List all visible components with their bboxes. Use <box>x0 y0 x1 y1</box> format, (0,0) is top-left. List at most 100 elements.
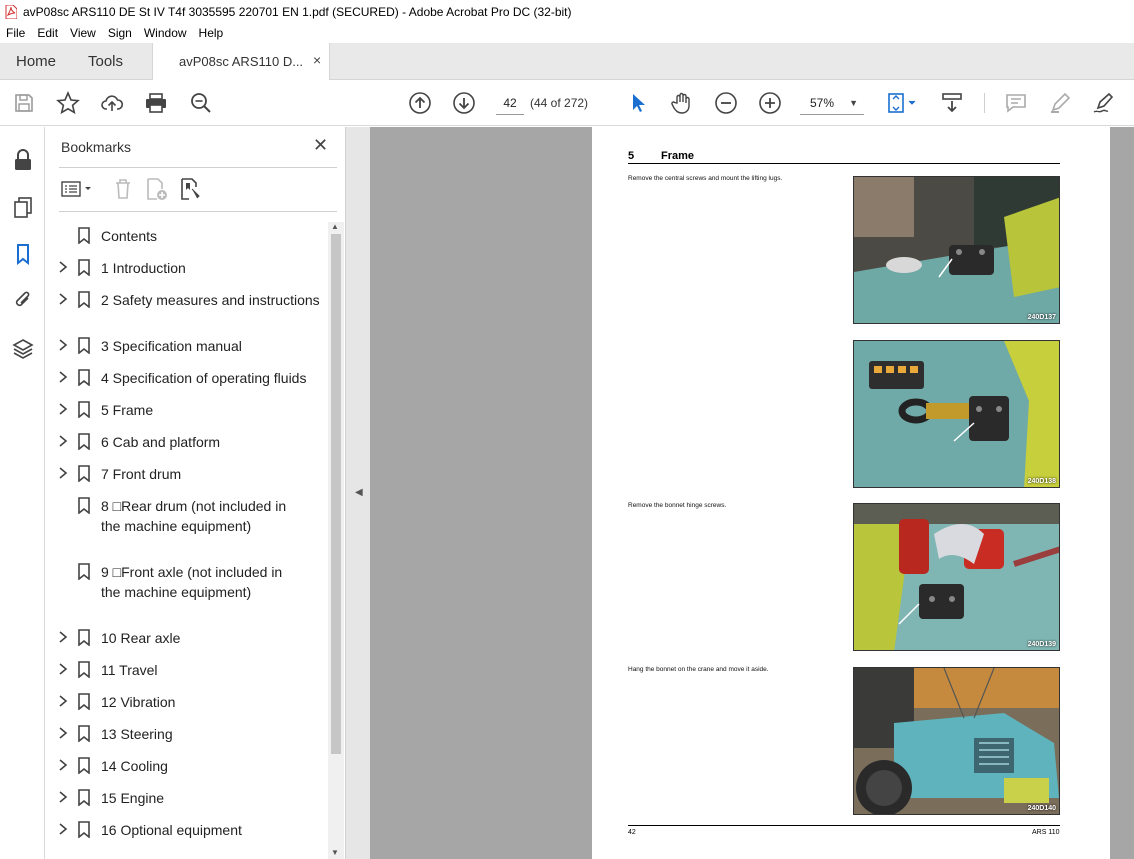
bookmarks-panel: Bookmarks ✕ Contents 1 Introduction 2 Sa… <box>45 127 345 859</box>
page-footer-model: ARS 110 <box>1032 829 1060 836</box>
bookmarks-scrollbar[interactable]: ▲ ▼ <box>328 222 344 859</box>
delete-bookmark-icon[interactable] <box>113 177 133 204</box>
step-text: Hang the bonnet on the crane and move it… <box>628 666 769 673</box>
tab-close-icon[interactable]: × <box>313 52 321 68</box>
hand-tool-icon[interactable] <box>670 91 694 115</box>
layers-icon[interactable] <box>11 336 35 360</box>
bookmark-label: 4 Specification of operating fluids <box>101 370 307 386</box>
scroll-up-arrow-icon[interactable]: ▲ <box>331 222 339 231</box>
tab-document[interactable]: avP08sc ARS110 D... × <box>152 43 330 80</box>
previous-page-icon[interactable] <box>408 91 432 115</box>
document-viewer[interactable]: 5 Frame Remove the central screws and mo… <box>370 127 1134 859</box>
find-bookmark-icon[interactable] <box>179 177 203 204</box>
chevron-right-icon[interactable] <box>57 434 69 448</box>
toolbar-divider <box>984 93 985 113</box>
menu-edit[interactable]: Edit <box>37 26 58 40</box>
chevron-right-icon[interactable] <box>57 370 69 384</box>
scrollbar-thumb[interactable] <box>331 234 341 754</box>
tab-tools[interactable]: Tools <box>88 53 123 70</box>
comment-icon[interactable] <box>1004 91 1028 115</box>
bookmark-label: 13 Steering <box>101 726 173 742</box>
chevron-right-icon[interactable] <box>57 292 69 306</box>
bookmark-icon <box>77 757 91 775</box>
lock-icon[interactable] <box>11 148 35 172</box>
select-cursor-icon[interactable] <box>626 91 650 115</box>
bookmark-list: Contents 1 Introduction 2 Safety measure… <box>45 222 330 859</box>
bookmark-icon <box>77 291 91 309</box>
chevron-right-icon[interactable] <box>57 694 69 708</box>
step-text: Remove the central screws and mount the … <box>628 175 783 182</box>
page-count-label: (44 of 272) <box>530 96 589 110</box>
star-icon[interactable] <box>56 91 80 115</box>
bookmark-icon <box>77 693 91 711</box>
chevron-right-icon[interactable] <box>57 790 69 804</box>
bookmark-label: 16 Optional equipment <box>101 822 242 838</box>
bookmark-icon <box>77 337 91 355</box>
bookmark-label: 7 Front drum <box>101 466 182 482</box>
bookmark-icon <box>77 227 91 245</box>
upload-cloud-icon[interactable] <box>100 91 124 115</box>
chevron-right-icon[interactable] <box>57 402 69 416</box>
bookmark-label: 5 Frame <box>101 402 154 418</box>
zoom-level-select[interactable]: 57% ▼ <box>800 91 864 115</box>
menu-file[interactable]: File <box>6 26 25 40</box>
menu-bar: File Edit View Sign Window Help <box>0 23 1134 43</box>
sign-pen-icon[interactable] <box>1092 91 1116 115</box>
bookmark-icon <box>77 369 91 387</box>
bookmark-options-icon[interactable] <box>61 179 95 202</box>
panel-divider <box>59 211 337 212</box>
tab-document-label: avP08sc ARS110 D... <box>179 54 304 69</box>
chevron-right-icon[interactable] <box>57 630 69 644</box>
menu-sign[interactable]: Sign <box>108 26 132 40</box>
scroll-mode-icon[interactable] <box>940 91 964 115</box>
bookmark-label: 3 Specification manual <box>101 338 242 354</box>
chevron-down-icon: ▼ <box>849 98 858 108</box>
tab-home[interactable]: Home <box>16 53 56 70</box>
bookmark-label: 12 Vibration <box>101 694 176 710</box>
bookmark-icon <box>77 401 91 419</box>
chevron-right-icon[interactable] <box>57 338 69 352</box>
photo-bonnet-crane: 240D140 <box>853 667 1060 815</box>
bookmark-label: 10 Rear axle <box>101 630 181 646</box>
bookmark-label: Contents <box>101 228 158 244</box>
next-page-icon[interactable] <box>452 91 476 115</box>
bookmark-label: 14 Cooling <box>101 758 168 774</box>
panel-divider <box>59 167 337 168</box>
save-icon[interactable] <box>12 91 36 115</box>
chevron-right-icon[interactable] <box>57 726 69 740</box>
photo-label: 240D138 <box>1027 478 1056 485</box>
menu-view[interactable]: View <box>70 26 96 40</box>
menu-window[interactable]: Window <box>144 26 187 40</box>
scroll-down-arrow-icon[interactable]: ▼ <box>331 848 339 857</box>
highlight-pen-icon[interactable] <box>1048 91 1072 115</box>
collapse-panel-arrow-icon[interactable]: ◀ <box>355 487 363 498</box>
bookmark-label: 6 Cab and platform <box>101 434 221 450</box>
fit-page-icon[interactable] <box>884 91 920 115</box>
page-thumbnails-icon[interactable] <box>11 195 35 219</box>
toolbar: 42 (44 of 272) 57% ▼ <box>0 80 1134 126</box>
zoom-out-icon[interactable] <box>714 91 738 115</box>
bookmark-icon <box>77 563 91 581</box>
chevron-right-icon[interactable] <box>57 822 69 836</box>
new-bookmark-icon[interactable] <box>145 177 169 204</box>
zoom-search-icon[interactable] <box>189 91 213 115</box>
page-number-input[interactable]: 42 <box>496 91 524 115</box>
close-panel-icon[interactable]: ✕ <box>313 135 328 156</box>
print-icon[interactable] <box>144 91 168 115</box>
menu-help[interactable]: Help <box>199 26 224 40</box>
attachment-paperclip-icon[interactable] <box>11 288 35 312</box>
bookmark-icon <box>77 497 91 515</box>
panel-splitter[interactable]: ◀ <box>345 127 370 859</box>
chevron-right-icon[interactable] <box>57 662 69 676</box>
bookmark-icon <box>77 661 91 679</box>
bookmark-icon <box>77 259 91 277</box>
zoom-in-icon[interactable] <box>758 91 782 115</box>
chevron-right-icon[interactable] <box>57 758 69 772</box>
bookmark-tools <box>59 175 337 205</box>
footer-rule <box>628 825 1060 826</box>
chevron-right-icon[interactable] <box>57 466 69 480</box>
bookmark-panel-icon[interactable] <box>11 242 35 266</box>
chevron-right-icon[interactable] <box>57 260 69 274</box>
bookmark-label: 8 □Rear drum (not included in the machin… <box>101 498 287 534</box>
tab-bar: Home Tools avP08sc ARS110 D... × <box>0 43 1134 80</box>
